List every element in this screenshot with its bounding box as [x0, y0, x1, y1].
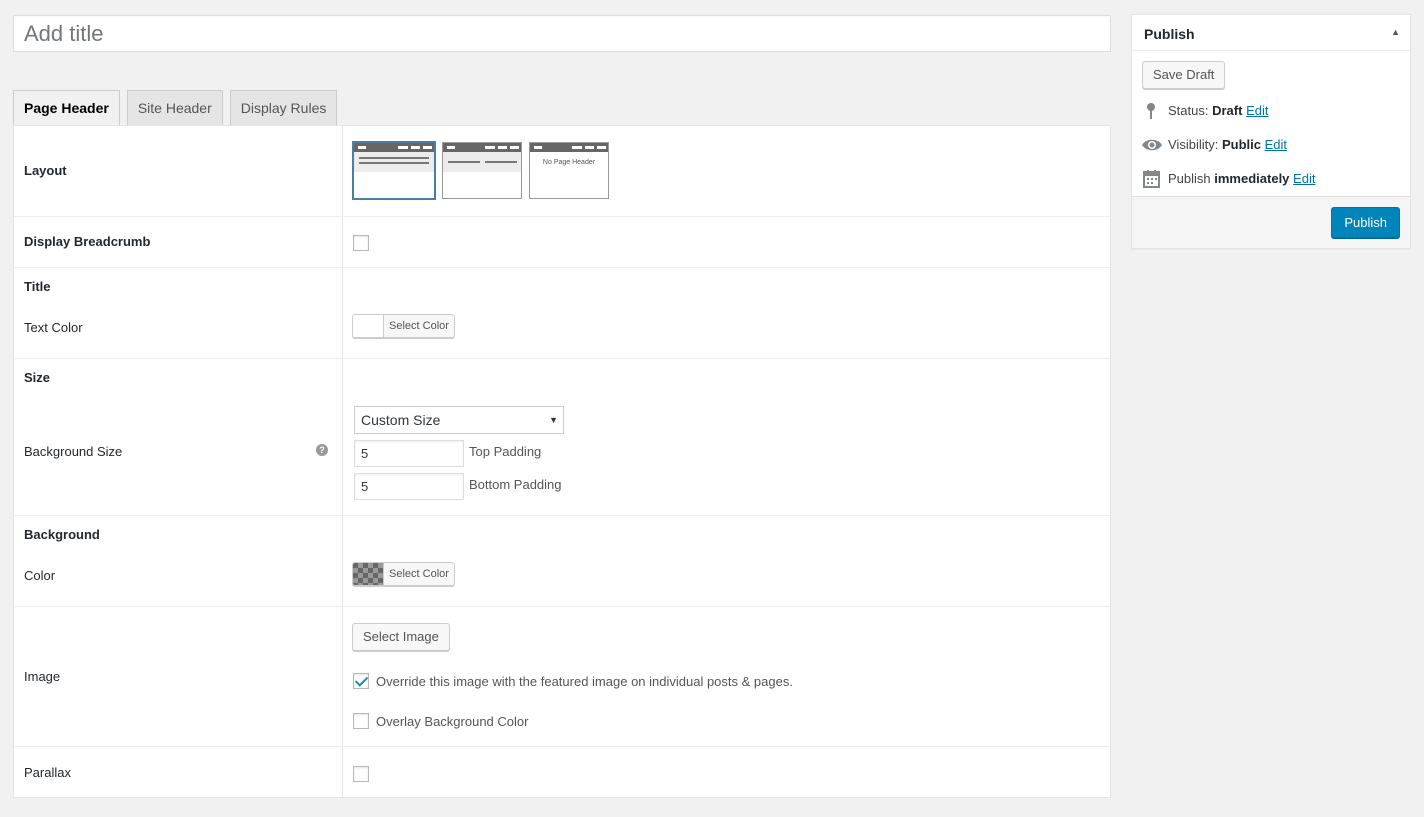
edit-schedule-link[interactable]: Edit — [1293, 171, 1315, 186]
layout-option-split[interactable] — [442, 142, 522, 199]
publish-value: immediately — [1214, 171, 1290, 186]
status-value: Draft — [1212, 103, 1243, 118]
layout-option-no-header[interactable]: No Page Header — [529, 142, 609, 199]
override-featured-image-label: Override this image with the featured im… — [376, 674, 793, 689]
background-color-label: Color — [24, 568, 56, 583]
select-color-label: Select Color — [389, 320, 449, 332]
publish-box-header[interactable]: Publish ▲ — [1132, 15, 1410, 51]
status-label: Status: — [1168, 103, 1209, 118]
bottom-padding-input[interactable]: 5 — [354, 473, 464, 500]
publish-box-footer: Publish — [1132, 196, 1410, 248]
breadcrumb-row: Display Breadcrumb — [14, 217, 1110, 268]
layout-row: Layout No Page Header — [14, 126, 1110, 217]
select-image-button[interactable]: Select Image — [352, 623, 450, 651]
publish-label: Publish — [1168, 171, 1211, 186]
pin-icon — [1142, 102, 1162, 120]
visibility-line: Visibility: Public Edit — [1142, 136, 1402, 154]
edit-visibility-link[interactable]: Edit — [1265, 137, 1287, 152]
background-size-select[interactable]: Custom Size ▼ — [354, 406, 564, 434]
top-padding-input[interactable]: 5 — [354, 440, 464, 467]
eye-icon — [1142, 136, 1162, 154]
tab-page-header[interactable]: Page Header — [13, 90, 120, 127]
layout-option-full[interactable] — [352, 141, 436, 200]
no-page-header-label: No Page Header — [542, 159, 596, 166]
publish-button[interactable]: Publish — [1331, 207, 1400, 238]
help-icon[interactable]: ? — [316, 444, 328, 456]
title-heading: Title — [24, 279, 51, 294]
parallax-checkbox[interactable] — [353, 766, 369, 782]
caret-down-icon: ▼ — [549, 415, 558, 425]
publish-box: Publish ▲ Save Draft Status: Draft Edit … — [1131, 14, 1411, 249]
background-color-picker[interactable]: Select Color — [352, 562, 455, 586]
visibility-label: Visibility: — [1168, 137, 1219, 152]
background-size-value: Custom Size — [361, 412, 441, 428]
triangle-up-icon[interactable]: ▲ — [1391, 27, 1400, 37]
transparent-swatch — [353, 563, 384, 585]
parallax-label: Parallax — [24, 765, 71, 780]
breadcrumb-label: Display Breadcrumb — [24, 234, 151, 249]
visibility-value: Public — [1221, 137, 1261, 152]
save-draft-button[interactable]: Save Draft — [1142, 61, 1226, 89]
bottom-padding-label: Bottom Padding — [469, 477, 562, 492]
tab-site-header[interactable]: Site Header — [126, 90, 223, 126]
size-row: Size Background Size ? Custom Size ▼ 5 T… — [14, 359, 1110, 516]
tab-display-rules[interactable]: Display Rules — [229, 90, 338, 126]
size-heading: Size — [24, 370, 51, 385]
text-color-label: Text Color — [24, 320, 83, 335]
status-line: Status: Draft Edit — [1142, 102, 1402, 120]
image-label: Image — [24, 669, 61, 684]
post-title-input[interactable] — [13, 15, 1111, 52]
background-heading: Background — [24, 527, 100, 542]
settings-panel: Layout No Page Header Display Breadcrumb… — [13, 125, 1111, 798]
top-padding-label: Top Padding — [469, 444, 542, 459]
breadcrumb-checkbox[interactable] — [353, 235, 369, 251]
tab-bar: Page Header Site Header Display Rules — [13, 90, 344, 127]
overlay-background-checkbox[interactable] — [353, 713, 369, 729]
text-color-picker[interactable]: Select Color — [352, 314, 455, 338]
overlay-background-label: Overlay Background Color — [376, 714, 529, 729]
title-row: Title Text Color Select Color — [14, 268, 1110, 359]
override-featured-image-checkbox[interactable] — [353, 673, 369, 689]
image-row: Image Select Image Override this image w… — [14, 607, 1110, 747]
parallax-row: Parallax — [14, 747, 1110, 798]
select-color-label: Select Color — [389, 568, 449, 580]
calendar-icon — [1142, 170, 1162, 188]
text-color-swatch — [353, 315, 384, 337]
edit-status-link[interactable]: Edit — [1246, 103, 1268, 118]
publish-box-title: Publish — [1144, 26, 1195, 42]
layout-label: Layout — [24, 163, 67, 178]
schedule-line: Publish immediately Edit — [1142, 170, 1402, 188]
background-size-label: Background Size — [24, 444, 123, 459]
background-row: Background Color Select Color — [14, 516, 1110, 607]
